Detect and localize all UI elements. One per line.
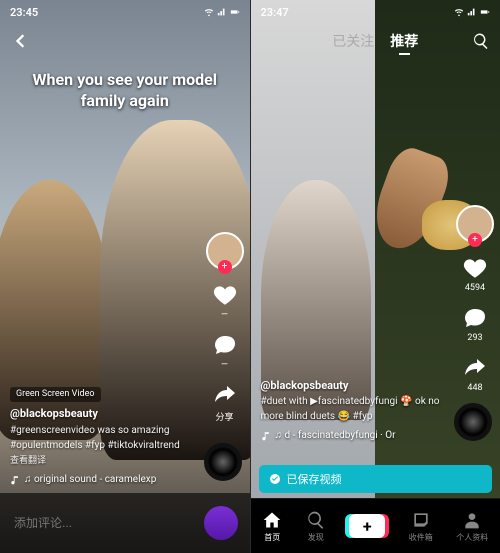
- top-nav: [0, 24, 250, 58]
- comment-input[interactable]: [12, 515, 196, 531]
- wifi-icon: [454, 7, 464, 17]
- author-avatar[interactable]: +: [206, 232, 244, 270]
- username[interactable]: @blackopsbeauty: [10, 407, 98, 420]
- search-button[interactable]: [470, 31, 490, 51]
- top-nav: 已关注 推荐: [251, 24, 500, 58]
- nav-home-label: 首页: [264, 532, 280, 543]
- follow-plus-icon[interactable]: +: [468, 233, 482, 247]
- status-time: 23:45: [10, 6, 38, 19]
- video-caption-overlay: When you see your model family again: [20, 70, 230, 112]
- video-feed-pane-right: 23:47 已关注 推荐 + 4594: [251, 0, 500, 553]
- nav-profile[interactable]: 个人资料: [456, 510, 488, 543]
- video-meta: Green Screen Video @blackopsbeauty #gree…: [10, 386, 190, 488]
- check-circle-icon: [269, 473, 281, 485]
- back-button[interactable]: [10, 31, 30, 51]
- music-info[interactable]: ♫ original sound - caramelexp: [10, 472, 190, 487]
- battery-icon: [480, 7, 490, 17]
- nav-discover[interactable]: 发现: [306, 510, 326, 543]
- video-feed-pane-left: 23:45 When you see your model family aga…: [0, 0, 251, 553]
- signal-icon: [217, 7, 227, 17]
- like-count: —: [221, 310, 228, 320]
- nav-inbox-label: 收件箱: [409, 532, 433, 543]
- video-description[interactable]: #greenscreenvideo was so amazing #opulen…: [10, 425, 180, 451]
- nav-profile-label: 个人资料: [456, 532, 488, 543]
- comment-icon: [213, 333, 237, 357]
- comment-count: —: [221, 360, 228, 370]
- plus-icon: +: [363, 517, 372, 536]
- comment-icon: [463, 306, 487, 330]
- tab-following[interactable]: 已关注: [332, 31, 374, 51]
- home-icon: [262, 510, 282, 530]
- effect-tag[interactable]: Green Screen Video: [10, 387, 101, 403]
- music-disc[interactable]: [204, 443, 242, 481]
- status-icons: [454, 7, 490, 17]
- chevron-left-icon: [10, 31, 30, 51]
- bottom-nav: 首页 发现 + 收件箱 个人资料: [251, 498, 500, 553]
- search-icon: [306, 510, 326, 530]
- saved-banner[interactable]: 已保存视频: [259, 465, 493, 493]
- comment-bar: [0, 493, 250, 553]
- battery-icon: [230, 7, 240, 17]
- share-icon: [463, 356, 487, 380]
- music-info[interactable]: ♫ d - fascinatedbyfungi · Or: [261, 428, 441, 443]
- signal-icon: [467, 7, 477, 17]
- comment-button[interactable]: 293: [462, 305, 488, 343]
- like-button[interactable]: 4594: [462, 255, 488, 293]
- inbox-icon: [411, 510, 431, 530]
- music-note-icon: [10, 475, 20, 485]
- status-bar: 23:45: [0, 0, 250, 24]
- wifi-icon: [204, 7, 214, 17]
- music-disc[interactable]: [454, 403, 492, 441]
- profile-icon: [462, 510, 482, 530]
- username[interactable]: @blackopsbeauty: [261, 379, 349, 392]
- nav-create[interactable]: +: [349, 514, 385, 538]
- translate-hint[interactable]: 查看翻译: [10, 455, 190, 469]
- action-rail: + 4594 293 448: [456, 205, 494, 393]
- share-icon: [213, 383, 237, 407]
- status-time: 23:47: [261, 6, 289, 19]
- like-button[interactable]: —: [212, 282, 238, 320]
- tab-recommend[interactable]: 推荐: [390, 31, 418, 51]
- music-text: ♫ d - fascinatedbyfungi · Or: [275, 428, 396, 443]
- heart-icon: [212, 282, 238, 308]
- search-icon: [472, 32, 490, 50]
- share-label: 分享: [215, 410, 233, 423]
- action-fab[interactable]: [204, 506, 238, 540]
- share-button[interactable]: 分享: [212, 382, 238, 423]
- video-description[interactable]: #duet with ▶fascinatedbyfungi 🍄 ok no mo…: [261, 396, 440, 422]
- music-text: ♫ original sound - caramelexp: [24, 472, 156, 487]
- share-count: 448: [467, 383, 482, 393]
- video-meta: @blackopsbeauty #duet with ▶fascinatedby…: [261, 378, 441, 444]
- action-rail: + — — 分享: [206, 232, 244, 423]
- comment-button[interactable]: —: [212, 332, 238, 370]
- comment-count: 293: [467, 333, 482, 343]
- heart-icon: [462, 255, 488, 281]
- author-avatar[interactable]: +: [456, 205, 494, 243]
- share-button[interactable]: 448: [462, 355, 488, 393]
- status-bar: 23:47: [251, 0, 500, 24]
- follow-plus-icon[interactable]: +: [218, 260, 232, 274]
- nav-home[interactable]: 首页: [262, 510, 282, 543]
- nav-discover-label: 发现: [308, 532, 324, 543]
- nav-inbox[interactable]: 收件箱: [409, 510, 433, 543]
- like-count: 4594: [465, 283, 485, 293]
- music-note-icon: [261, 431, 271, 441]
- status-icons: [204, 7, 240, 17]
- saved-text: 已保存视频: [287, 471, 342, 487]
